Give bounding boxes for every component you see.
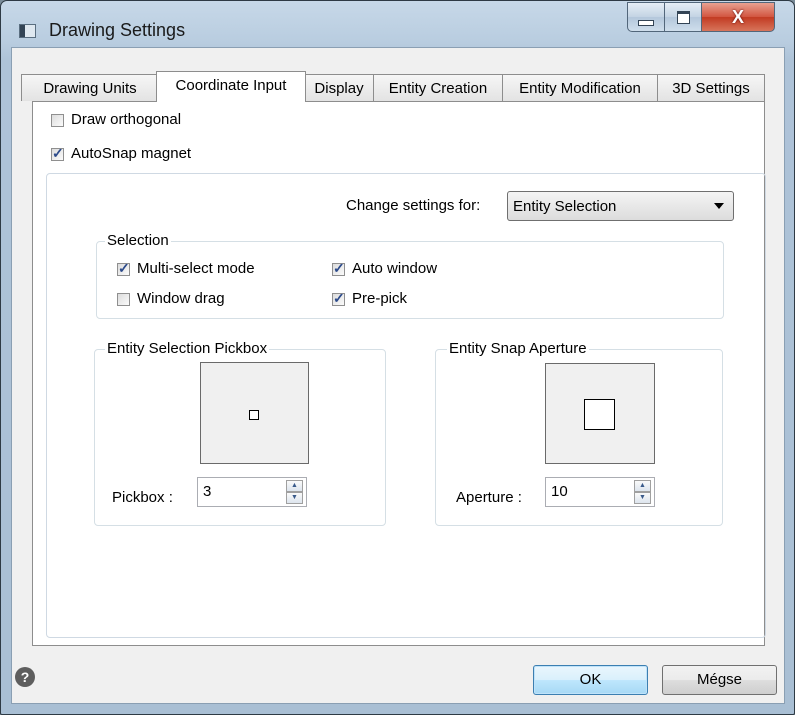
tab-coordinate-input[interactable]: Coordinate Input [156, 71, 306, 102]
pre-pick-label: Pre-pick [352, 290, 408, 307]
spin-up-icon[interactable]: ▲ [634, 480, 651, 492]
window-title: Drawing Settings [49, 20, 186, 40]
tab-label: 3D Settings [672, 80, 750, 97]
window-drag-checkbox[interactable] [117, 293, 130, 306]
pickbox-square-icon [249, 410, 259, 420]
selection-group-title: Selection [105, 232, 171, 249]
pickbox-preview [200, 362, 309, 464]
aperture-group-title: Entity Snap Aperture [447, 340, 589, 357]
aperture-spin-buttons[interactable]: ▲ ▼ [634, 480, 651, 504]
aperture-spinner[interactable]: 10 ▲ ▼ [545, 477, 655, 507]
maximize-button[interactable] [664, 2, 702, 32]
app-icon [19, 24, 36, 38]
draw-orthogonal-checkbox[interactable] [51, 114, 64, 127]
pickbox-group-title: Entity Selection Pickbox [105, 340, 270, 357]
multi-select-checkbox[interactable] [117, 260, 130, 277]
tab-entity-modification[interactable]: Entity Modification [502, 74, 658, 101]
tab-label: Entity Modification [519, 80, 641, 97]
tab-display[interactable]: Display [304, 74, 374, 101]
tab-label: Display [314, 80, 364, 97]
autosnap-magnet-label: AutoSnap magnet [71, 145, 192, 162]
title-bar[interactable]: Drawing Settings X [1, 1, 794, 47]
tab-label: Drawing Units [43, 80, 137, 97]
ok-button[interactable]: OK [533, 665, 648, 695]
chevron-down-icon [714, 203, 724, 209]
help-icon[interactable]: ? [15, 667, 35, 687]
dialog-window: Drawing Settings X Drawing Units Coordin… [0, 0, 795, 715]
tab-entity-creation[interactable]: Entity Creation [373, 74, 503, 101]
auto-window-checkbox[interactable] [332, 260, 345, 277]
selection-group [96, 241, 724, 319]
auto-window-label: Auto window [352, 260, 438, 277]
maximize-icon [676, 10, 690, 24]
dropdown-value: Entity Selection [513, 198, 617, 215]
draw-orthogonal-label: Draw orthogonal [71, 111, 182, 128]
close-icon: X [731, 6, 744, 27]
pre-pick-checkbox[interactable] [332, 290, 345, 307]
change-settings-dropdown[interactable]: Entity Selection [507, 191, 734, 221]
autosnap-magnet-checkbox[interactable] [51, 145, 64, 162]
tab-3d-settings[interactable]: 3D Settings [657, 74, 765, 101]
window-drag-label: Window drag [137, 290, 225, 307]
close-button[interactable]: X [701, 2, 775, 32]
tab-label: Entity Creation [388, 80, 488, 97]
pickbox-label: Pickbox : [112, 489, 173, 506]
pickbox-value: 3 [203, 483, 212, 500]
change-settings-label: Change settings for: [346, 197, 481, 214]
spin-down-icon[interactable]: ▼ [634, 492, 651, 504]
pickbox-spin-buttons[interactable]: ▲ ▼ [286, 480, 303, 504]
minimize-button[interactable] [627, 2, 665, 32]
spin-up-icon[interactable]: ▲ [286, 480, 303, 492]
minimize-icon [638, 20, 654, 26]
tab-label: Coordinate Input [175, 77, 287, 94]
aperture-label: Aperture : [456, 489, 522, 506]
aperture-square-icon [584, 399, 615, 430]
tab-drawing-units[interactable]: Drawing Units [21, 74, 159, 101]
cancel-button[interactable]: Mégse [662, 665, 777, 695]
pickbox-spinner[interactable]: 3 ▲ ▼ [197, 477, 307, 507]
aperture-value: 10 [551, 483, 568, 500]
multi-select-label: Multi-select mode [137, 260, 255, 277]
spin-down-icon[interactable]: ▼ [286, 492, 303, 504]
aperture-preview [545, 363, 655, 464]
